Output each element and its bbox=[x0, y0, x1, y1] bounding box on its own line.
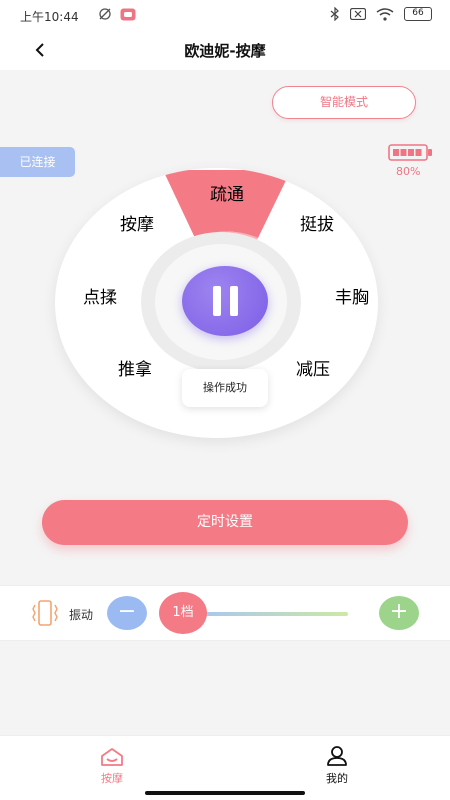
pause-icon-bar bbox=[229, 286, 238, 316]
wifi-icon bbox=[376, 7, 394, 21]
user-icon bbox=[327, 746, 347, 766]
mode-option-label[interactable]: 按摩 bbox=[120, 215, 154, 235]
timer-setting-button[interactable]: 定时设置 bbox=[42, 500, 408, 545]
vibration-control-row: 振动 − 1档 + bbox=[0, 585, 450, 641]
page-title: 欧迪妮-按摩 bbox=[184, 42, 266, 60]
alarm-off-icon bbox=[99, 8, 111, 20]
mode-option-label[interactable]: 挺拔 bbox=[300, 215, 334, 235]
increase-level-button[interactable]: + bbox=[379, 596, 419, 630]
mode-option-label[interactable]: 丰胸 bbox=[335, 288, 369, 308]
device-battery-percent: 80% bbox=[396, 165, 421, 178]
mode-option-label[interactable]: 推拿 bbox=[118, 359, 152, 380]
device-battery-icon bbox=[388, 144, 432, 161]
vibration-label: 振动 bbox=[69, 608, 94, 622]
tab-mine-label: 我的 bbox=[326, 772, 348, 785]
bluetooth-icon bbox=[330, 7, 339, 21]
vibration-icon bbox=[32, 600, 58, 626]
mode-option-label[interactable]: 减压 bbox=[296, 360, 330, 380]
status-system-icons: 66 bbox=[330, 7, 432, 21]
mode-option-label[interactable]: 点揉 bbox=[83, 288, 117, 308]
sim-icon bbox=[350, 8, 366, 20]
status-bar: 上午10:44 66 bbox=[0, 0, 450, 30]
phone-battery-icon: 66 bbox=[404, 7, 432, 21]
success-toast: 操作成功 bbox=[182, 369, 268, 407]
pause-button[interactable] bbox=[182, 266, 268, 336]
decrease-level-button[interactable]: − bbox=[107, 596, 147, 630]
tab-massage-label: 按摩 bbox=[101, 772, 123, 785]
status-time: 上午10:44 bbox=[20, 10, 79, 24]
tab-massage[interactable]: 按摩 bbox=[57, 736, 167, 786]
smart-mode-button[interactable]: 智能模式 bbox=[272, 86, 416, 119]
pause-icon bbox=[212, 286, 221, 316]
vibration-level-knob[interactable]: 1档 bbox=[159, 592, 207, 634]
nav-bar: 欧迪妮-按摩 bbox=[0, 30, 450, 70]
home-indicator bbox=[145, 791, 305, 795]
app-notification-icon bbox=[120, 8, 136, 20]
status-notification-icons bbox=[98, 7, 136, 21]
mode-option-label[interactable]: 疏通 bbox=[210, 185, 244, 205]
vibration-level-track[interactable] bbox=[200, 612, 348, 616]
home-icon bbox=[101, 748, 123, 766]
tab-mine[interactable]: 我的 bbox=[282, 736, 392, 786]
